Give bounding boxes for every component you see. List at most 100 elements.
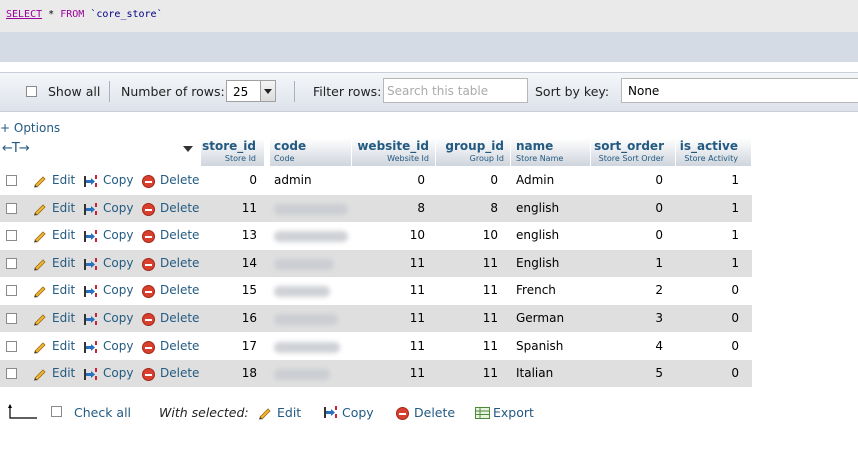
cell-group-id: 0 [490, 173, 498, 187]
row-checkbox[interactable] [6, 175, 17, 186]
row-delete-link[interactable]: Delete [160, 311, 199, 325]
row-copy-link[interactable]: Copy [103, 283, 133, 297]
row-edit-link[interactable]: Edit [52, 173, 75, 187]
chevron-down-icon[interactable] [260, 81, 275, 101]
pencil-icon[interactable] [33, 202, 47, 216]
row-edit-link[interactable]: Edit [52, 311, 75, 325]
pencil-icon[interactable] [33, 174, 47, 188]
export-link[interactable]: Export [493, 405, 534, 420]
row-edit-link[interactable]: Edit [52, 201, 75, 215]
options-link[interactable]: + Options [0, 121, 60, 135]
row-copy-link[interactable]: Copy [103, 311, 133, 325]
number-of-rows-select[interactable]: 25 [226, 80, 276, 102]
pencil-icon[interactable] [33, 340, 47, 354]
column-header-code[interactable]: code Code [270, 138, 352, 166]
cell-sort-order: 3 [655, 311, 663, 325]
row-delete-link[interactable]: Delete [160, 283, 199, 297]
check-all-link[interactable]: Check all [74, 405, 131, 420]
cell-sort-order: 2 [655, 283, 663, 298]
bulk-copy-link[interactable]: Copy [342, 405, 374, 420]
delete-icon[interactable] [142, 175, 155, 188]
column-name[interactable]: code [274, 139, 306, 153]
bulk-delete-link[interactable]: Delete [414, 405, 455, 420]
check-all-checkbox[interactable] [51, 406, 62, 417]
row-delete-link[interactable]: Delete [160, 173, 199, 187]
delete-icon[interactable] [142, 340, 155, 354]
row-checkbox[interactable] [6, 202, 17, 214]
delete-icon[interactable] [142, 313, 155, 326]
row-copy-link[interactable]: Copy [103, 228, 133, 242]
copy-icon[interactable] [83, 284, 98, 298]
row-delete-link[interactable]: Delete [160, 366, 199, 380]
column-header-website-id[interactable]: website_id Website Id [352, 138, 436, 166]
row-checkbox[interactable] [6, 257, 17, 269]
filter-rows-field[interactable] [383, 78, 528, 103]
row-checkbox[interactable] [6, 340, 17, 352]
column-header-group-id[interactable]: group_id Group Id [436, 138, 511, 166]
sql-star: * [48, 9, 55, 20]
row-delete-link[interactable]: Delete [160, 256, 199, 270]
row-checkbox[interactable] [6, 230, 17, 242]
row-edit-link[interactable]: Edit [52, 283, 75, 297]
copy-icon[interactable] [83, 229, 98, 243]
pencil-icon[interactable] [33, 257, 47, 271]
sort-dropdown-icon[interactable] [183, 146, 193, 152]
delete-icon[interactable] [142, 202, 155, 216]
column-header-name[interactable]: name Store Name [511, 138, 591, 166]
bulk-edit-link[interactable]: Edit [277, 405, 301, 420]
row-checkbox[interactable] [6, 368, 17, 380]
copy-icon[interactable] [83, 367, 98, 381]
column-header-is-active[interactable]: is_active Store Activity [676, 138, 752, 166]
show-all-label[interactable]: Show all [48, 84, 100, 99]
column-name[interactable]: is_active [680, 139, 738, 153]
copy-icon[interactable] [83, 312, 98, 326]
delete-icon[interactable] [396, 407, 409, 420]
column-arrows-icon: ←T→ [2, 141, 30, 156]
export-icon[interactable] [475, 407, 490, 419]
cell-code-redacted [274, 258, 334, 270]
row-delete-link[interactable]: Delete [160, 228, 199, 242]
sort-by-key-select[interactable]: None [621, 78, 858, 103]
pencil-icon[interactable] [33, 312, 47, 326]
row-copy-link[interactable]: Copy [103, 256, 133, 270]
pencil-icon[interactable] [33, 229, 47, 243]
row-edit-link[interactable]: Edit [52, 228, 75, 242]
row-copy-link[interactable]: Copy [103, 339, 133, 353]
row-copy-link[interactable]: Copy [103, 201, 133, 215]
cell-is-active: 1 [731, 173, 739, 187]
row-delete-link[interactable]: Delete [160, 339, 199, 353]
copy-icon[interactable] [83, 202, 98, 216]
delete-icon[interactable] [142, 257, 155, 271]
row-checkbox[interactable] [6, 313, 17, 324]
sql-from-keyword: FROM [60, 9, 85, 20]
row-copy-link[interactable]: Copy [103, 366, 133, 380]
cell-website-id: 8 [417, 200, 425, 215]
column-name[interactable]: name [516, 139, 553, 153]
sql-select-keyword[interactable]: SELECT [6, 9, 42, 20]
cell-is-active: 1 [731, 228, 739, 243]
column-header-sort-order[interactable]: sort_order Store Sort Order [591, 138, 676, 166]
row-edit-link[interactable]: Edit [52, 366, 75, 380]
copy-icon[interactable] [83, 257, 98, 271]
row-delete-link[interactable]: Delete [160, 201, 199, 215]
pencil-icon[interactable] [33, 367, 47, 381]
row-edit-link[interactable]: Edit [52, 256, 75, 270]
row-checkbox[interactable] [6, 285, 17, 297]
column-name[interactable]: group_id [445, 139, 504, 153]
filter-rows-input[interactable] [387, 80, 525, 101]
row-edit-link[interactable]: Edit [52, 339, 75, 353]
pencil-icon[interactable] [33, 284, 47, 298]
cell-store-id: 15 [241, 283, 257, 298]
copy-icon[interactable] [83, 340, 98, 354]
show-all-checkbox[interactable] [26, 86, 37, 97]
cell-group-id: 11 [482, 338, 498, 353]
column-comment: Code [274, 154, 295, 163]
pencil-icon[interactable] [258, 406, 272, 420]
column-name[interactable]: sort_order [594, 139, 664, 153]
column-name[interactable]: store_id [202, 139, 256, 153]
copy-icon[interactable] [83, 174, 98, 188]
row-copy-link[interactable]: Copy [103, 173, 133, 187]
column-name[interactable]: website_id [357, 139, 429, 153]
copy-icon[interactable] [323, 405, 338, 419]
column-header-store-id[interactable]: store_id Store Id [201, 138, 265, 166]
